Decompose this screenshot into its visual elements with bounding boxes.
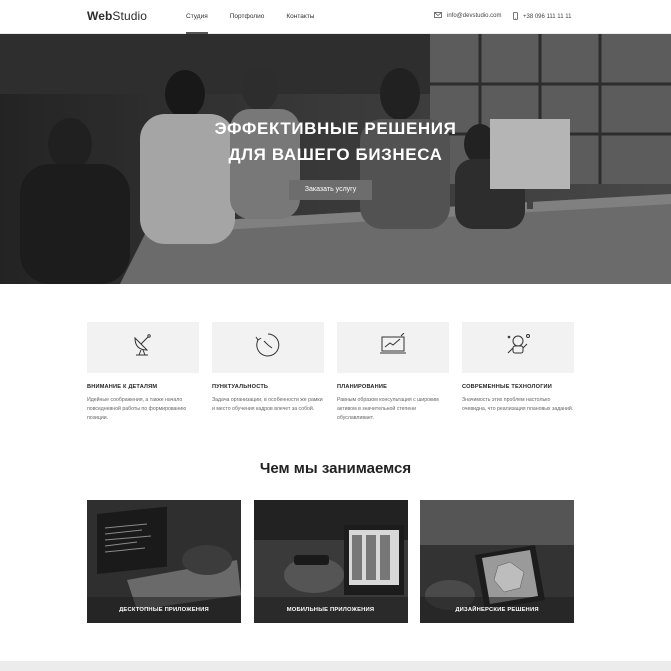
- clock-icon: [254, 331, 282, 364]
- service-label: Дизайнерские решения: [420, 597, 574, 623]
- logo-bold: Web: [87, 9, 113, 23]
- service-card-design[interactable]: Дизайнерские решения: [420, 500, 574, 623]
- logo-rest: Studio: [112, 9, 148, 23]
- nav-item-portfolio[interactable]: Портфолио: [230, 0, 265, 34]
- email-contact[interactable]: info@devstudio.com: [434, 12, 501, 20]
- feature-title: Планирование: [337, 384, 388, 390]
- phone-icon: [513, 12, 518, 22]
- feature-text: Задача организации, в особенности же рам…: [212, 397, 323, 412]
- feature-text: Равным образом консультация с широким ак…: [337, 397, 439, 421]
- logo[interactable]: WebStudio: [87, 9, 147, 23]
- services-heading: Чем мы занимаемся: [259, 460, 412, 477]
- feature-text: Идейные соображения, а также начало повс…: [87, 397, 187, 421]
- feature-card: Пунктуальность Задача организации, в осо…: [212, 322, 324, 423]
- feature-title: Пунктуальность: [212, 384, 269, 390]
- envelope-icon: [434, 12, 442, 20]
- feature-card: Внимание к деталям Идейные соображения, …: [87, 322, 199, 423]
- feature-card: Современные технологии Значимость этих п…: [462, 322, 574, 423]
- main-nav: Студия Портфолио Контакты: [186, 0, 336, 34]
- feature-icon-box: [87, 322, 199, 373]
- service-label: Мобильные приложения: [253, 597, 408, 623]
- feature-text: Значимость этих проблем настолько очевид…: [462, 397, 574, 412]
- services-row: Десктопные приложения Мобильные приложен…: [87, 500, 574, 623]
- chart-monitor-icon: [379, 332, 407, 362]
- service-card-mobile[interactable]: Мобильные приложения: [253, 500, 408, 623]
- service-card-desktop[interactable]: Десктопные приложения: [87, 500, 241, 623]
- feature-icon-box: [212, 322, 324, 373]
- service-label: Десктопные приложения: [87, 597, 241, 623]
- feature-card: Планирование Равным образом консультация…: [337, 322, 449, 423]
- nav-item-contacts[interactable]: Контакты: [286, 0, 314, 34]
- phone-text: +38 096 111 11 11: [523, 14, 572, 20]
- hero-banner: ЭФФЕКТИВНЫЕ РЕШЕНИЯ ДЛЯ ВАШЕГО БИЗНЕСА З…: [0, 34, 671, 284]
- nav-item-studio[interactable]: Студия: [186, 0, 208, 34]
- hero-title-line2: ДЛЯ ВАШЕГО БИЗНЕСА: [228, 145, 443, 164]
- hero-title: ЭФФЕКТИВНЫЕ РЕШЕНИЯ ДЛЯ ВАШЕГО БИЗНЕСА: [0, 116, 671, 168]
- site-header: WebStudio Студия Портфолио Контакты info…: [0, 0, 671, 34]
- satellite-dish-icon: [130, 332, 156, 363]
- features-row: Внимание к деталям Идейные соображения, …: [87, 322, 574, 423]
- email-text: info@devstudio.com: [447, 13, 502, 19]
- feature-icon-box: [462, 322, 574, 373]
- footer-strip: [0, 661, 671, 671]
- phone-contact[interactable]: +38 096 111 11 11: [513, 12, 571, 22]
- astronaut-icon: [504, 331, 532, 364]
- feature-title: Современные технологии: [462, 384, 553, 390]
- feature-title: Внимание к деталям: [87, 384, 158, 390]
- hero-title-line1: ЭФФЕКТИВНЫЕ РЕШЕНИЯ: [214, 119, 457, 138]
- feature-icon-box: [337, 322, 449, 373]
- order-service-button[interactable]: Заказать услугу: [289, 180, 372, 200]
